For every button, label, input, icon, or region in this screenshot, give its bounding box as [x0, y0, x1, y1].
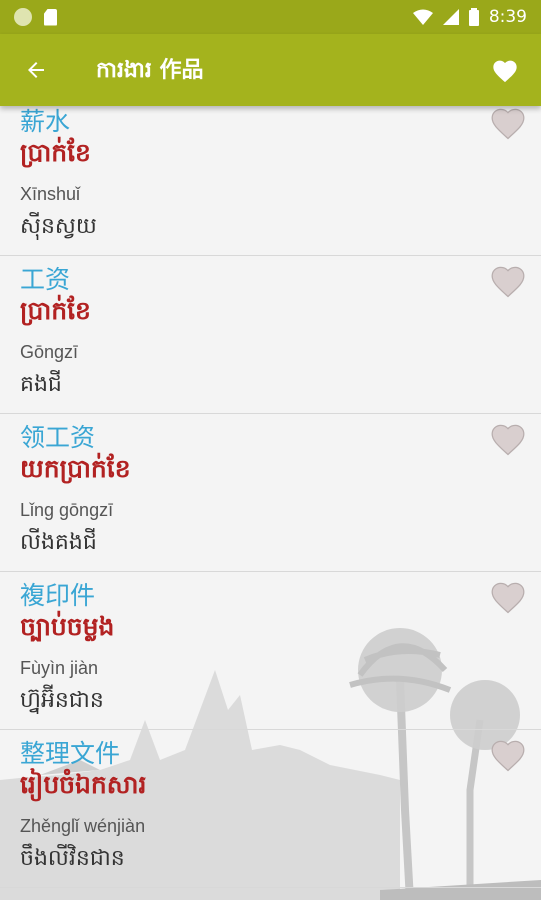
heart-icon — [493, 60, 517, 83]
list-item[interactable]: 工资 ប្រាក់ខែ Gōngzī គងជី — [0, 256, 541, 414]
status-bar: 8:39 — [0, 0, 541, 34]
khmer-text: ច្បាប់ចម្លង — [20, 612, 115, 641]
pinyin-text: Gōngzī — [20, 342, 79, 362]
khmer-text: ប្រាក់ខែ — [20, 138, 91, 167]
pinyin-text: Fùyìn jiàn — [20, 658, 99, 678]
favorite-heart-icon[interactable] — [489, 578, 527, 614]
page-title: ការងារ 作品 — [96, 58, 204, 83]
favorites-button[interactable] — [469, 34, 541, 106]
list-item[interactable]: 整理文件 រៀបចំឯកសារ Zhěnglǐ wénjiàn ចឹងលីវិនជាន — [0, 730, 541, 888]
transliteration-text: ហ្វ៊ុអ៊ីនជាន — [20, 688, 104, 713]
chinese-text: 薪水 — [20, 107, 71, 136]
favorite-heart-icon[interactable] — [489, 262, 527, 298]
chinese-text: 整理文件 — [20, 739, 121, 768]
khmer-text: យកប្រាក់ខែ — [20, 454, 131, 483]
sd-card-icon — [44, 8, 57, 26]
favorite-heart-icon[interactable] — [489, 420, 527, 456]
signal-icon — [442, 9, 459, 25]
favorite-heart-icon[interactable] — [489, 106, 527, 140]
transliteration-text: គងជី — [20, 372, 62, 397]
list-item[interactable]: 薪水 ប្រាក់ខែ Xīnshuǐ ស៊ីនស្វយ — [0, 106, 541, 256]
pinyin-text: Lǐng gōngzī — [20, 500, 114, 520]
chinese-text: 複印件 — [20, 581, 96, 610]
wifi-icon — [412, 9, 433, 25]
arrow-back-icon — [28, 62, 44, 78]
chinese-text: 领工资 — [20, 423, 96, 452]
list-item[interactable]: 複印件 ច្បាប់ចម្លង Fùyìn jiàn ហ្វ៊ុអ៊ីនជាន — [0, 572, 541, 730]
transliteration-text: ចឹងលីវិនជាន — [20, 846, 125, 871]
favorite-heart-icon[interactable] — [489, 736, 527, 772]
khmer-text: រៀបចំឯកសារ — [20, 770, 147, 799]
khmer-text: ប្រាក់ខែ — [20, 296, 91, 325]
back-button[interactable] — [0, 34, 72, 106]
transliteration-text: លីងគងជី — [20, 530, 97, 555]
chinese-text: 工资 — [20, 265, 71, 294]
status-time: 8:39 — [488, 7, 527, 27]
transliteration-text: ស៊ីនស្វយ — [20, 214, 97, 239]
battery-icon — [468, 8, 479, 26]
pinyin-text: Zhěnglǐ wénjiàn — [20, 816, 146, 836]
pinyin-text: Xīnshuǐ — [20, 184, 81, 204]
notification-dot-icon — [14, 8, 32, 26]
word-list: 薪水 ប្រាក់ខែ Xīnshuǐ ស៊ីនស្វយ 工资 ប្រាក់ខែ Gōngz… — [0, 106, 541, 900]
list-item[interactable]: 领工资 យកប្រាក់ខែ Lǐng gōngzī លីងគងជី — [0, 414, 541, 572]
app-bar: ការងារ 作品 — [0, 34, 541, 106]
